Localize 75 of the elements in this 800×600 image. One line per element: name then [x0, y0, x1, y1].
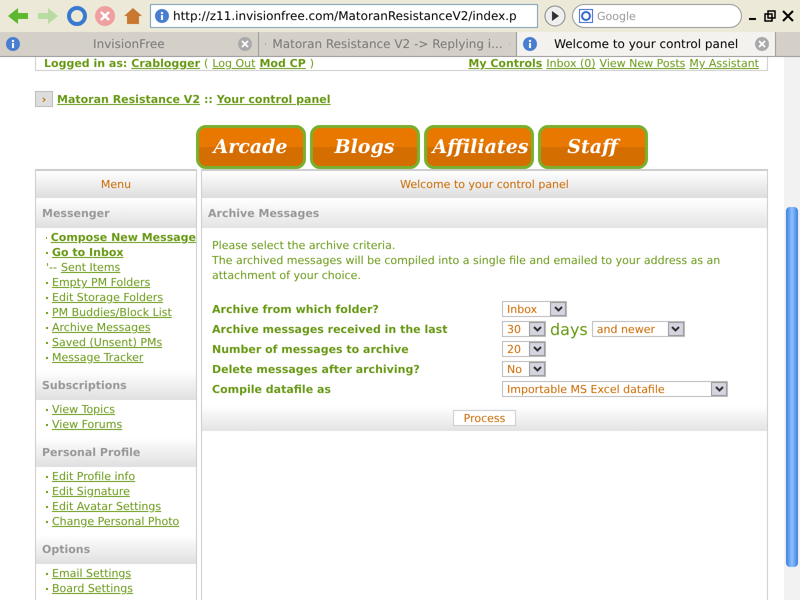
chevron-down-icon [671, 326, 680, 332]
sidebar-link[interactable]: Change Personal Photo [52, 515, 180, 528]
field-label: Archive from which folder? [212, 302, 380, 316]
user-link[interactable]: Mod CP [259, 57, 306, 70]
section-header: Subscriptions [36, 370, 196, 400]
browser-tab[interactable]: Matoran Resistance V2 -> Replying i... [258, 32, 518, 56]
user-link[interactable]: My Controls [468, 57, 542, 70]
dropdown[interactable]: and newer [592, 321, 685, 337]
dropdown[interactable]: Importable MS Excel datafile [502, 381, 728, 397]
field-label: Number of messages to archive [212, 342, 410, 356]
field-label: Compile datafile as [212, 382, 332, 396]
chevron-down-icon [532, 366, 542, 372]
chevron-down-icon [554, 306, 562, 312]
nav-button[interactable]: Staff [538, 125, 648, 169]
search-engine-icon[interactable] [579, 9, 593, 23]
paren-text: ( [204, 57, 208, 70]
section-header: Options [36, 534, 196, 564]
sidebar-link[interactable]: Edit Storage Folders [52, 291, 164, 304]
stop-icon[interactable] [94, 5, 116, 27]
intro-text: Please select the archive criteria. [211, 238, 396, 253]
nav-button[interactable]: Blogs [310, 125, 420, 169]
browser-tab[interactable]: Welcome to your control panel [517, 32, 776, 56]
sidebar-link[interactable]: Compose New Message [50, 231, 196, 244]
dropdown[interactable]: Inbox [502, 301, 567, 317]
back-arrow-icon[interactable] [6, 6, 30, 26]
panel-title: Welcome to your control panel [202, 170, 767, 198]
search-field[interactable]: Google [572, 4, 742, 28]
section-header: Personal Profile [36, 437, 196, 467]
dropdown[interactable]: 30 [502, 321, 546, 337]
chevron-down-icon [714, 386, 724, 392]
dropdown[interactable]: No [502, 361, 546, 377]
sidebar-link[interactable]: Go to Inbox [52, 246, 124, 259]
user-link[interactable]: My Assistant [689, 57, 759, 70]
sidebar-link[interactable]: Edit Avatar Settings [52, 500, 162, 513]
home-icon[interactable] [122, 5, 144, 27]
sidebar-title: Menu [36, 170, 196, 198]
user-link[interactable]: Log Out [212, 57, 256, 70]
restore-icon[interactable] [764, 10, 776, 22]
chevron-down-icon [532, 346, 542, 352]
user-link[interactable]: Inbox (0) [546, 57, 596, 70]
user-label: Logged in as: [44, 57, 128, 70]
sidebar-link[interactable]: Empty PM Folders [52, 276, 150, 289]
breadcrumb-link[interactable]: Matoran Resistance V2 [57, 92, 200, 106]
paren-text: ) [310, 57, 314, 70]
field-label: Archive messages received in the last [212, 322, 448, 336]
sidebar-link[interactable]: Archive Messages [52, 321, 151, 334]
breadcrumb-separator: :: [204, 92, 213, 106]
intro-text: The archived messages will be compiled into a single file and emailed to your address as an attachment of your choice. [211, 253, 722, 283]
section-header: Messenger [36, 198, 196, 228]
sidebar-link[interactable]: View Forums [52, 418, 122, 431]
user-link[interactable]: Crablogger [131, 57, 200, 70]
unit-label: days [550, 320, 588, 338]
sidebar-link[interactable]: Edit Profile info [52, 470, 136, 483]
sidebar-link[interactable]: Email Settings [52, 567, 132, 580]
process-button[interactable]: Process [452, 410, 516, 426]
sidebar-link[interactable]: View Topics [52, 403, 115, 416]
sidebar-link[interactable]: PM Buddies/Block List [52, 306, 172, 319]
scrollbar-thumb[interactable] [786, 207, 798, 567]
address-field[interactable]: http://z11.invisionfree.com/MatoranResistanceV2/index.p [150, 4, 538, 28]
sidebar-link[interactable]: Message Tracker [52, 351, 144, 364]
chevron-down-icon [532, 326, 542, 332]
sidebar-link[interactable]: Board Settings [52, 582, 133, 595]
nav-button[interactable]: Arcade [196, 125, 306, 169]
nav-button[interactable]: Affiliates [424, 125, 534, 169]
dropdown[interactable]: 20 [502, 341, 546, 357]
sidebar-link[interactable]: Saved (Unsent) PMs [52, 336, 162, 349]
user-link[interactable]: View New Posts [600, 57, 686, 70]
reload-icon[interactable] [66, 5, 88, 27]
sidebar-link[interactable]: Edit Signature [52, 485, 130, 498]
sidebar-link[interactable]: Sent Items [60, 261, 120, 274]
indent-marker: '-- [46, 261, 57, 274]
breadcrumb-link[interactable]: Your control panel [216, 92, 331, 106]
field-label: Delete messages after archiving? [212, 362, 421, 376]
go-icon[interactable] [544, 5, 566, 27]
section-header: Archive Messages [202, 198, 767, 228]
